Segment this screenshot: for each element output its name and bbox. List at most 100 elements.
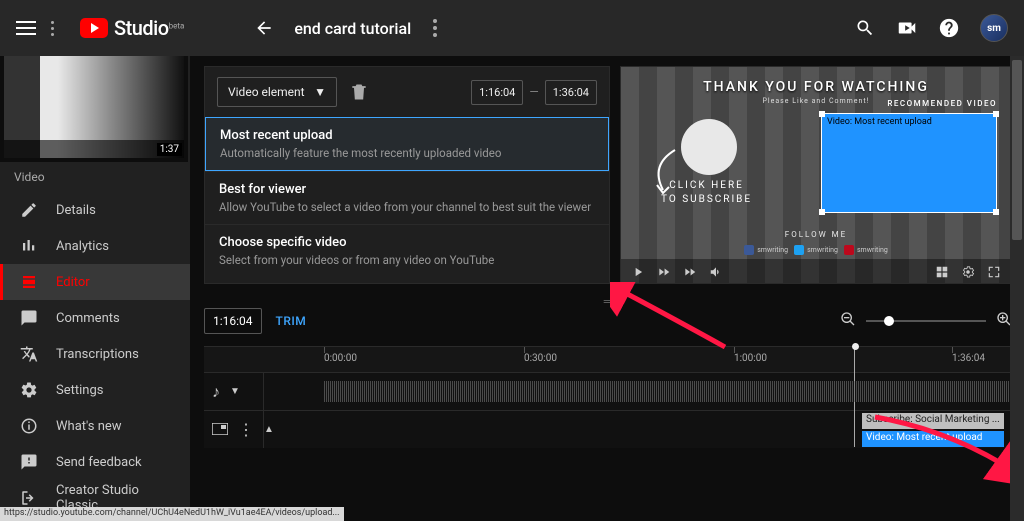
settings-icon[interactable] <box>961 264 975 278</box>
nav-analytics[interactable]: Analytics <box>0 228 190 264</box>
end-card-video-element[interactable]: Video: Most recent upload <box>821 113 997 213</box>
nav-label: Editor <box>56 275 90 290</box>
nav-label: What's new <box>56 419 122 434</box>
top-bar: Studiobeta end card tutorial sm <box>0 0 1024 56</box>
video-title: end card tutorial <box>294 19 411 38</box>
ruler-tick: 0:00:00 <box>324 353 357 364</box>
nav-label: Details <box>56 203 96 218</box>
nav-label: Settings <box>56 383 103 398</box>
feedback-icon <box>20 453 38 471</box>
account-avatar[interactable]: sm <box>980 14 1008 42</box>
zoom-out-icon[interactable] <box>840 311 856 331</box>
film-strip-icon <box>20 273 38 291</box>
delete-element-icon[interactable] <box>349 82 369 102</box>
nav-label: Transcriptions <box>56 347 139 362</box>
timeline: ═ 1:16:04 TRIM 0:00:00 0:30:00 1:00:00 1… <box>204 294 1012 521</box>
sidebar-section-label: Video <box>0 162 190 192</box>
option-title: Most recent upload <box>220 128 594 143</box>
page-title-area: end card tutorial <box>254 18 437 38</box>
video-preview: THANK YOU FOR WATCHING Please Like and C… <box>620 66 1012 284</box>
info-icon <box>20 417 38 435</box>
create-video-icon[interactable] <box>896 17 918 39</box>
more-icon[interactable]: ⋮ <box>238 420 254 439</box>
range-end-input[interactable]: 1:36:04 <box>545 80 597 105</box>
preview-social-row: smwriting smwriting smwriting <box>621 245 1011 255</box>
video-options-menu-icon[interactable] <box>433 19 437 37</box>
timeline-chip-subscribe[interactable]: Subscribe: Social Marketing ... <box>862 413 1004 429</box>
guide-menu-icon[interactable] <box>42 21 62 36</box>
pencil-icon <box>20 201 38 219</box>
sidebar: 1:37 Video Details Analytics Editor Comm… <box>0 56 190 521</box>
audio-track: ♪ ▼ <box>204 372 1012 410</box>
comment-icon <box>20 309 38 327</box>
panel-resize-handle[interactable]: ═ <box>596 294 620 308</box>
hamburger-icon[interactable] <box>16 21 36 35</box>
option-title: Best for viewer <box>219 182 595 197</box>
sidebar-nav: Details Analytics Editor Comments Transc… <box>0 192 190 516</box>
bar-chart-icon <box>20 237 38 255</box>
top-right-tools: sm <box>854 14 1008 42</box>
option-desc: Allow YouTube to select a video from you… <box>219 200 595 214</box>
nav-comments[interactable]: Comments <box>0 300 190 336</box>
back-arrow-icon[interactable] <box>254 18 274 38</box>
nav-details[interactable]: Details <box>0 192 190 228</box>
nav-label: Send feedback <box>56 455 142 470</box>
video-thumbnail[interactable]: 1:37 <box>0 56 188 162</box>
timeline-chip-video[interactable]: Video: Most recent upload <box>862 431 1004 447</box>
search-icon[interactable] <box>854 17 876 39</box>
thumbnail-duration: 1:37 <box>157 143 182 156</box>
skip-back-icon[interactable] <box>657 264 671 278</box>
nav-send-feedback[interactable]: Send feedback <box>0 444 190 480</box>
preview-headline: THANK YOU FOR WATCHING <box>703 79 929 95</box>
exit-icon <box>20 489 38 507</box>
nav-label: Comments <box>56 311 120 326</box>
endscreen-icon <box>212 420 228 439</box>
endscreen-track-body[interactable]: Subscribe: Social Marketing ... Video: M… <box>264 411 1012 448</box>
trim-button[interactable]: TRIM <box>276 314 307 328</box>
playhead-time[interactable]: 1:16:04 <box>204 308 262 334</box>
music-note-icon: ♪ <box>212 382 220 402</box>
zoom-slider[interactable] <box>866 320 986 322</box>
fullscreen-icon[interactable] <box>987 264 1001 278</box>
play-icon[interactable] <box>631 264 645 278</box>
option-most-recent-upload[interactable]: Most recent upload Automatically feature… <box>205 117 609 171</box>
time-ruler[interactable]: 0:00:00 0:30:00 1:00:00 1:36:04 <box>204 346 1012 372</box>
nav-whats-new[interactable]: What's new <box>0 408 190 444</box>
option-best-for-viewer[interactable]: Best for viewer Allow YouTube to select … <box>205 171 609 224</box>
skip-forward-icon[interactable] <box>683 264 697 278</box>
option-title: Choose specific video <box>219 235 595 250</box>
chevron-down-icon: ▼ <box>314 85 326 99</box>
logo-text: Studiobeta <box>114 16 184 40</box>
browser-status-bar: https://studio.youtube.com/channel/UChU4… <box>0 507 344 521</box>
vertical-scrollbar[interactable] <box>1010 56 1024 521</box>
chevron-down-icon[interactable]: ▼ <box>230 386 240 397</box>
audio-track-body[interactable] <box>264 373 1012 410</box>
endscreen-track: ⋮ ▲ Subscribe: Social Marketing ... Vide… <box>204 410 1012 448</box>
option-choose-specific[interactable]: Choose specific video Select from your v… <box>205 224 609 277</box>
dropdown-label: Video element <box>228 85 305 99</box>
main-content: Video element ▼ 1:16:04 — 1:36:04 Most r… <box>190 56 1024 521</box>
youtube-studio-logo[interactable]: Studiobeta <box>80 16 184 40</box>
end-card-subscribe-element[interactable] <box>681 119 737 175</box>
help-icon[interactable] <box>938 17 960 39</box>
element-panel-header: Video element ▼ 1:16:04 — 1:36:04 <box>205 67 609 117</box>
grid-icon[interactable] <box>935 264 949 278</box>
translate-icon <box>20 345 38 363</box>
ruler-tick: 1:00:00 <box>734 353 767 364</box>
nav-settings[interactable]: Settings <box>0 372 190 408</box>
ruler-tick: 0:30:00 <box>524 353 557 364</box>
option-desc: Select from your videos or from any vide… <box>219 253 595 267</box>
youtube-play-icon <box>80 18 108 38</box>
volume-icon[interactable] <box>709 264 723 278</box>
element-settings-panel: Video element ▼ 1:16:04 — 1:36:04 Most r… <box>204 66 610 284</box>
recommended-label: RECOMMENDED VIDEO <box>887 99 997 108</box>
gear-icon <box>20 381 38 399</box>
nav-editor[interactable]: Editor <box>0 264 190 300</box>
nav-transcriptions[interactable]: Transcriptions <box>0 336 190 372</box>
option-desc: Automatically feature the most recently … <box>220 146 594 160</box>
preview-controls <box>621 259 1011 283</box>
range-start-input[interactable]: 1:16:04 <box>471 80 523 105</box>
preview-cta: CLICK HERE TO SUBSCRIBE <box>661 179 752 207</box>
element-type-dropdown[interactable]: Video element ▼ <box>217 77 337 107</box>
preview-follow-label: FOLLOW ME <box>621 230 1011 239</box>
